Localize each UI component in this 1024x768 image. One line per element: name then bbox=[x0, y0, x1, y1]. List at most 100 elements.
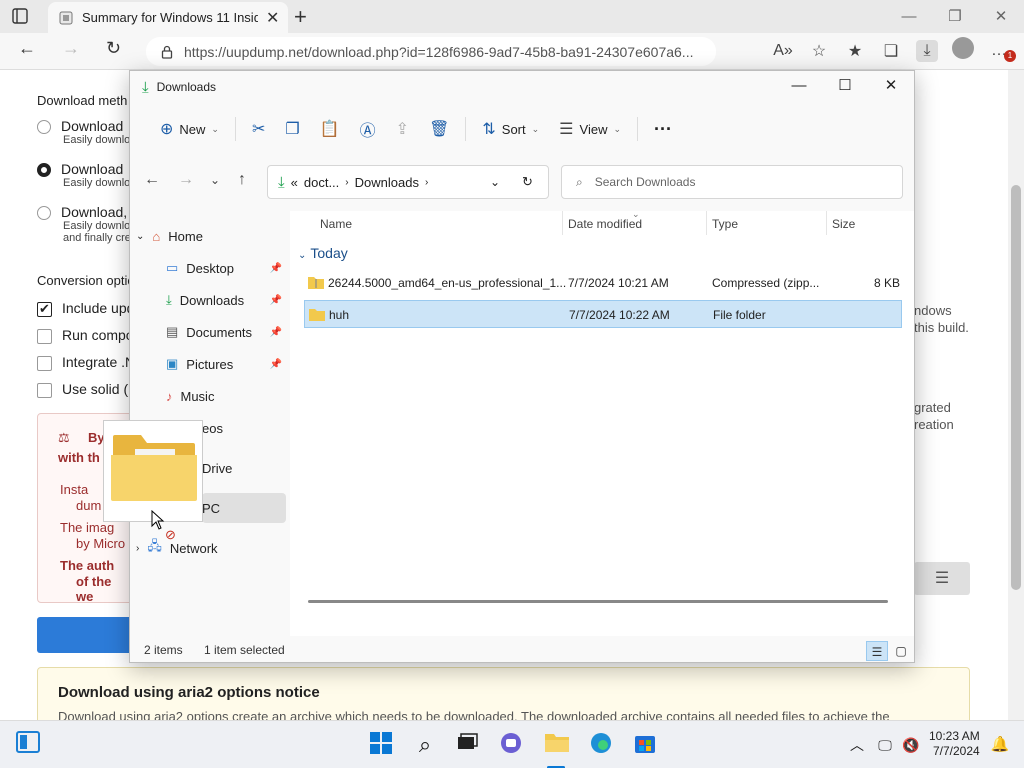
nav-item-home[interactable]: ⌄ ⌂ Home bbox=[136, 221, 282, 251]
nav-item-pictures[interactable]: ▣ Pictures 📌 bbox=[166, 349, 286, 379]
show-hidden-icons[interactable]: ︿ bbox=[843, 731, 871, 759]
column-header-size[interactable]: Size bbox=[832, 217, 855, 231]
scroll-thumb[interactable] bbox=[1011, 185, 1021, 590]
volume-muted-icon[interactable]: 🔇 bbox=[897, 731, 925, 759]
forward-icon[interactable]: → bbox=[62, 38, 80, 59]
address-breadcrumb[interactable]: ⤓ « doct... › Downloads › ⌄ ↻ bbox=[267, 165, 549, 199]
restore-icon[interactable]: ❐ bbox=[932, 0, 978, 33]
notification-center-icon[interactable]: 🔔 bbox=[986, 731, 1014, 759]
page-scrollbar[interactable] bbox=[1008, 70, 1024, 720]
explorer-title-bar[interactable]: ⤓ Downloads — ☐ ✕ bbox=[130, 71, 914, 103]
chevron-down-icon: ⌄ bbox=[613, 123, 622, 134]
file-row-selected[interactable]: huh 7/7/2024 10:22 AM File folder bbox=[304, 300, 902, 328]
details-view-icon[interactable]: ☰ bbox=[866, 641, 888, 661]
column-header-name[interactable]: Name bbox=[320, 217, 352, 231]
download-option-1[interactable]: Download Easily downlo bbox=[37, 118, 130, 146]
horizontal-scrollbar[interactable] bbox=[308, 600, 888, 603]
conversion-check-3[interactable]: Integrate .N bbox=[37, 354, 135, 371]
nav-forward-icon[interactable]: → bbox=[178, 171, 194, 189]
profile-avatar[interactable] bbox=[952, 37, 974, 64]
checkbox-checked-icon[interactable] bbox=[37, 301, 52, 317]
conversion-check-2[interactable]: Run compo bbox=[37, 327, 134, 344]
widgets-icon[interactable] bbox=[14, 731, 42, 759]
view-button[interactable]: ☰ View ⌄ bbox=[549, 113, 631, 145]
nav-back-icon[interactable]: ← bbox=[144, 171, 160, 189]
breadcrumb-overflow[interactable]: « bbox=[291, 175, 298, 190]
collections-icon[interactable]: ❏ bbox=[880, 41, 902, 61]
store-icon[interactable] bbox=[631, 731, 659, 759]
paste-button[interactable]: 📋 bbox=[310, 113, 350, 145]
search-box[interactable]: ⌕ Search Downloads bbox=[561, 165, 903, 199]
nav-item-network[interactable]: › 🖧 Network bbox=[136, 533, 282, 563]
sort-button[interactable]: ⇅ Sort ⌄ bbox=[472, 113, 549, 145]
add-favorite-icon[interactable]: ☆ bbox=[808, 41, 830, 61]
explorer-close-icon[interactable]: ✕ bbox=[868, 71, 914, 101]
rename-button[interactable]: Ⓐ bbox=[350, 113, 386, 145]
conversion-check-1[interactable]: Include upd bbox=[37, 300, 134, 317]
chevron-right-icon: › bbox=[424, 176, 429, 188]
settings-more-icon[interactable]: … 1 bbox=[988, 42, 1016, 62]
url-field[interactable]: https://uupdump.net/download.php?id=128f… bbox=[146, 37, 716, 66]
list-view-button[interactable]: ☰ bbox=[914, 562, 970, 595]
nav-up-icon[interactable]: ↑ bbox=[238, 171, 246, 189]
nav-item-this-pc[interactable]: PC bbox=[202, 493, 286, 523]
task-view-icon[interactable] bbox=[453, 731, 481, 759]
browser-tab[interactable]: Summary for Windows 11 Insider ✕ bbox=[48, 2, 288, 33]
breadcrumb-current[interactable]: Downloads bbox=[355, 175, 419, 190]
chat-icon[interactable] bbox=[497, 731, 525, 759]
checkbox-icon[interactable] bbox=[37, 355, 52, 371]
read-aloud-icon[interactable]: A» bbox=[772, 42, 794, 60]
search-icon[interactable]: ⌕ bbox=[411, 731, 439, 759]
nav-item-music[interactable]: ♪ Music bbox=[166, 381, 286, 411]
file-explorer-icon[interactable] bbox=[543, 731, 571, 759]
column-header-date[interactable]: Date modified bbox=[568, 217, 642, 231]
downloads-icon[interactable]: ⤓ bbox=[916, 39, 938, 62]
column-header-type[interactable]: Type bbox=[712, 217, 738, 231]
item-count: 2 items bbox=[144, 643, 183, 657]
share-button[interactable]: ⇪ bbox=[386, 113, 419, 145]
new-button[interactable]: ⊕ New ⌄ bbox=[150, 113, 229, 145]
radio-icon[interactable] bbox=[37, 206, 51, 221]
taskbar: ⌕ ︿ 🖵 🔇 10:23 AM 7/7/2024 🔔 bbox=[0, 720, 1024, 768]
download-button[interactable] bbox=[37, 617, 131, 653]
radio-selected-icon[interactable] bbox=[37, 163, 51, 178]
address-dropdown-icon[interactable]: ⌄ bbox=[490, 175, 500, 189]
command-bar: ⊕ New ⌄ ✂ ❐ 📋 Ⓐ ⇪ 🗑 ⇅ Sort ⌄ ☰ View ⌄ ··· bbox=[130, 109, 914, 149]
download-option-2[interactable]: Download Easily downlo bbox=[37, 161, 130, 189]
tab-actions-icon[interactable] bbox=[10, 6, 38, 26]
breadcrumb-parent[interactable]: doct... bbox=[304, 175, 339, 190]
delete-button[interactable]: 🗑 bbox=[419, 113, 459, 145]
close-icon[interactable]: ✕ bbox=[978, 0, 1024, 33]
nav-item-documents[interactable]: ▤ Documents 📌 bbox=[166, 317, 286, 347]
tiles-view-icon[interactable]: ▢ bbox=[890, 641, 912, 661]
explorer-minimize-icon[interactable]: — bbox=[776, 71, 822, 101]
radio-icon[interactable] bbox=[37, 120, 51, 135]
start-icon[interactable] bbox=[367, 731, 395, 759]
conversion-check-4[interactable]: Use solid (E bbox=[37, 381, 137, 398]
new-tab-icon[interactable]: + bbox=[294, 4, 307, 30]
address-refresh-icon[interactable]: ↻ bbox=[522, 174, 533, 190]
download-option-3[interactable]: Download, Easily downlo and finally cre bbox=[37, 204, 131, 244]
system-clock[interactable]: 10:23 AM 7/7/2024 bbox=[929, 729, 980, 759]
checkbox-icon[interactable] bbox=[37, 328, 52, 344]
explorer-maximize-icon[interactable]: ☐ bbox=[822, 71, 868, 101]
nav-item-desktop[interactable]: ▭ Desktop 📌 bbox=[166, 253, 286, 283]
nav-item-downloads[interactable]: ⤓ Downloads 📌 bbox=[166, 285, 286, 315]
cut-button[interactable]: ✂ bbox=[242, 113, 275, 145]
tab-close-icon[interactable]: ✕ bbox=[266, 8, 279, 28]
group-header-today[interactable]: ⌄ Today bbox=[298, 245, 348, 261]
nav-item-videos[interactable]: eos bbox=[202, 413, 286, 443]
network-status-icon[interactable]: 🖵 bbox=[871, 731, 899, 759]
file-row[interactable]: 26244.5000_amd64_en-us_professional_1...… bbox=[304, 269, 902, 297]
nav-item-onedrive[interactable]: Drive bbox=[202, 453, 286, 483]
checkbox-icon[interactable] bbox=[37, 382, 52, 398]
recent-locations-icon[interactable]: ⌄ bbox=[210, 173, 220, 187]
copy-button[interactable]: ❐ bbox=[275, 113, 309, 145]
back-icon[interactable]: ← bbox=[18, 38, 36, 59]
edge-icon[interactable] bbox=[587, 731, 615, 759]
more-options-button[interactable]: ··· bbox=[644, 113, 682, 145]
refresh-icon[interactable]: ↻ bbox=[106, 38, 121, 59]
minimize-icon[interactable]: — bbox=[886, 0, 932, 33]
selection-count: 1 item selected bbox=[204, 643, 285, 657]
favorites-icon[interactable]: ★ bbox=[844, 41, 866, 61]
